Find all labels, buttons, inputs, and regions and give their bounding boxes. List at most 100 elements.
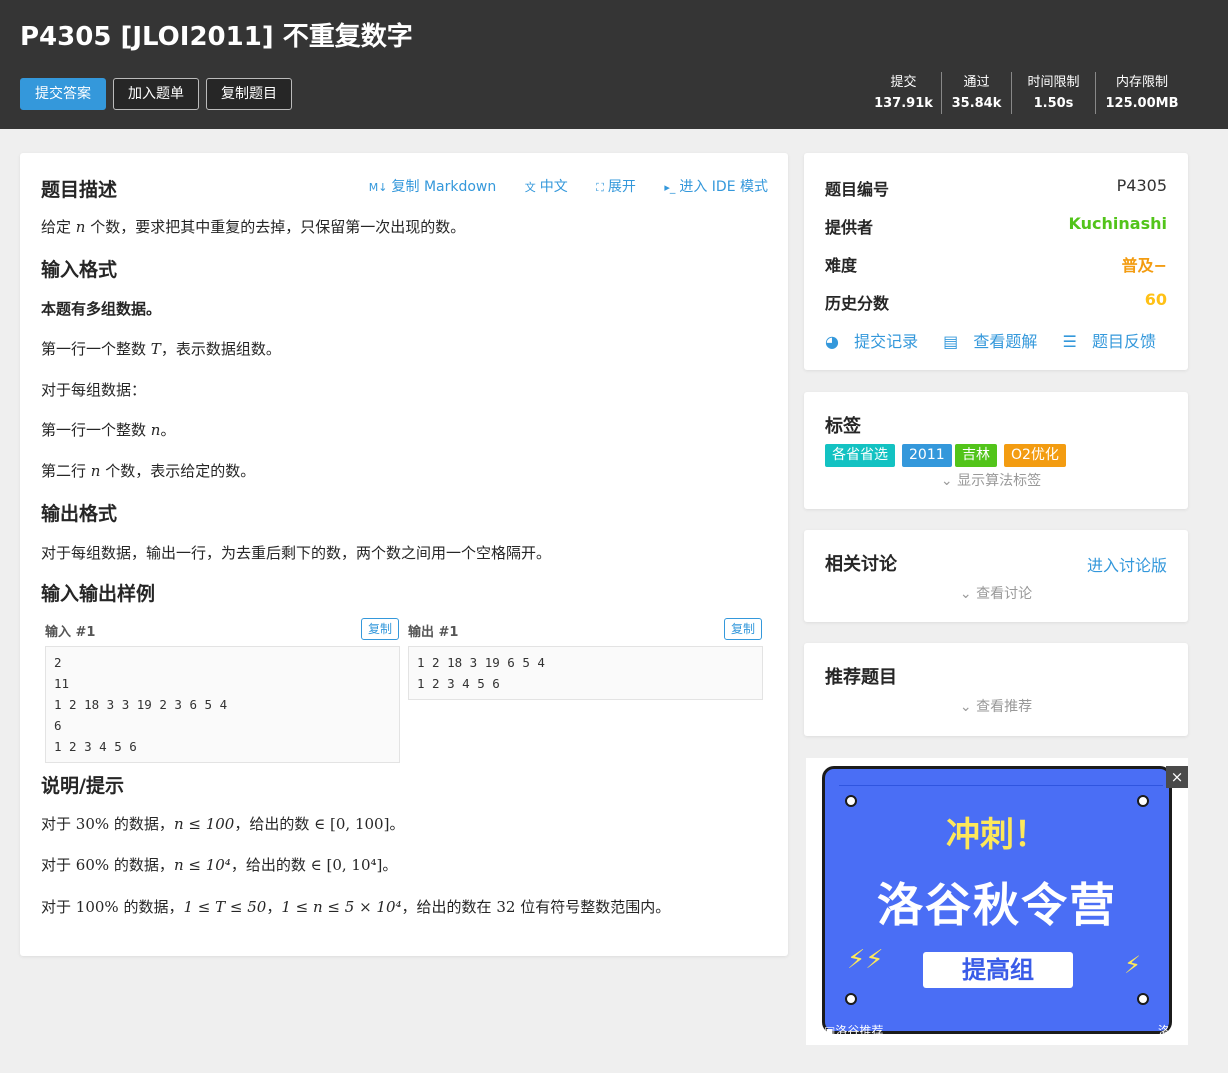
info-row-difficulty: 难度 普及− [825, 252, 1167, 275]
text: 的数据， [123, 898, 184, 916]
problem-statement-card: 题目描述 M↓ 复制 Markdown 文中文 ⛶ 展开 ▸_ 进入 IDE 模式 给… [20, 153, 788, 956]
info-row-id: 题目编号 P4305 [825, 176, 1167, 199]
math: 30% [75, 815, 110, 833]
tag-jilin[interactable]: 吉林 [955, 444, 997, 467]
stat-label: 提交 [890, 75, 917, 90]
text: 第二行 [41, 462, 87, 480]
text: ，表示数据组数。 [160, 340, 281, 358]
stat-label: 时间限制 [1027, 75, 1080, 90]
problem-id: P4305 [1116, 176, 1167, 195]
input-line-3: 第一行一个整数 n。 [41, 419, 175, 440]
lightning-icon: ⚡⚡ [847, 945, 884, 975]
info-links: ◕ 提交记录 ▤ 查看题解 ☰ 题目反馈 [825, 328, 1176, 352]
stat-value: 137.91k [874, 96, 933, 111]
submission-records-link[interactable]: ◕ 提交记录 [825, 332, 928, 351]
view-solutions-link[interactable]: ▤ 查看题解 [943, 332, 1047, 351]
tags-card: 标签 各省省选 2011 吉林 O2优化 ⌄ 显示算法标签 [804, 392, 1188, 509]
expand-label: 展开 [607, 179, 636, 195]
view-recommendations-label: 查看推荐 [976, 699, 1033, 715]
ad-decor-dot [845, 795, 857, 807]
text: 的数据， [113, 815, 174, 833]
ide-mode-link[interactable]: ▸_ 进入 IDE 模式 [652, 179, 768, 195]
ad-decor-line [839, 785, 1163, 786]
view-recommendations[interactable]: ⌄ 查看推荐 [804, 696, 1188, 716]
language-link[interactable]: 文中文 [513, 179, 568, 195]
text: 个数，要求把其中重复的去掉，只保留第一次出现的数。 [90, 218, 466, 236]
text: 位有符号整数范围内。 [520, 898, 671, 916]
close-ad-button[interactable]: × [1166, 766, 1188, 788]
lightning-icon: ⚡ [1124, 951, 1141, 979]
text: 个数，表示给定的数。 [105, 462, 256, 480]
text: ，给出的数在 [401, 898, 492, 916]
text: 第一行一个整数 [41, 340, 147, 358]
copy-sample-output-button[interactable]: 复制 [724, 618, 762, 640]
sample-output-label: 输出 #1 [408, 625, 459, 640]
text: 第一行一个整数 [41, 421, 147, 439]
math-var: n [90, 462, 101, 480]
tag-o2[interactable]: O2优化 [1004, 444, 1066, 467]
problem-title: P4305 [JLOI2011] 不重复数字 [20, 22, 413, 52]
copy-problem-button[interactable]: 复制题目 [206, 78, 292, 110]
info-row-provider: 提供者 Kuchinashi [825, 214, 1167, 237]
terminal-icon: ▸_ [664, 181, 676, 194]
ad-subtitle: 提高组 [923, 952, 1073, 988]
provider-link[interactable]: Kuchinashi [1069, 214, 1167, 233]
text: ，给出的数 [230, 856, 306, 874]
math: 32 [496, 898, 516, 916]
expand-link[interactable]: ⛶ 展开 [584, 179, 636, 195]
link-label: 查看题解 [973, 332, 1038, 351]
copy-sample-input-button[interactable]: 复制 [361, 618, 399, 640]
input-line-2: 对于每组数据： [41, 381, 147, 399]
tag-province[interactable]: 各省省选 [825, 444, 895, 467]
input-line-1: 第一行一个整数 T，表示数据组数。 [41, 338, 281, 359]
link-label: 提交记录 [854, 332, 919, 351]
text: 。 [160, 421, 176, 439]
text: 对于 [41, 815, 72, 833]
text: 对于 [41, 898, 72, 916]
input-line-4: 第二行 n 个数，表示给定的数。 [41, 460, 255, 481]
sample-input-box[interactable]: 2 11 1 2 18 3 3 19 2 3 6 5 4 6 1 2 3 4 5… [45, 646, 400, 763]
copy-markdown-link[interactable]: M↓ 复制 Markdown [357, 179, 496, 195]
math: 100% [75, 898, 119, 916]
tag-year[interactable]: 2011 [902, 444, 952, 467]
stat-value: 35.84k [951, 96, 1002, 111]
view-discussions[interactable]: ⌄ 查看讨论 [804, 583, 1188, 603]
advertisement[interactable]: 冲刺！ 洛谷秋令营 ⚡⚡ ⚡ 提高组 × ▣洛谷推荐 洛谷 [806, 758, 1188, 1045]
math: ∈ [0, 10⁴] [310, 856, 383, 874]
text: 给定 [41, 218, 72, 236]
math: 60% [75, 856, 110, 874]
chevron-down-icon: ⌄ [959, 699, 972, 715]
math-var: T [150, 340, 161, 358]
text: 。 [382, 856, 398, 874]
problem-feedback-link[interactable]: ☰ 题目反馈 [1063, 332, 1166, 351]
show-algorithm-tags-label: 显示算法标签 [957, 473, 1042, 489]
math: 1 ≤ n ≤ 5 × 10⁴ [281, 898, 402, 916]
text: 。 [389, 815, 405, 833]
problem-header: P4305 [JLOI2011] 不重复数字 提交答案 加入题单 复制题目 提交… [0, 0, 1228, 129]
markdown-icon: M↓ [368, 181, 388, 194]
heading-description: 题目描述 [41, 179, 118, 201]
sample-output-box[interactable]: 1 2 18 3 19 6 5 4 1 2 3 4 5 6 [408, 646, 763, 700]
ad-title: 洛谷秋令营 [877, 878, 1117, 932]
math: 1 ≤ T ≤ 50 [183, 898, 267, 916]
ad-banner[interactable]: 冲刺！ 洛谷秋令营 ⚡⚡ ⚡ 提高组 [822, 766, 1172, 1034]
text: ，给出的数 [234, 815, 310, 833]
hint-line-3: 对于 100% 的数据，1 ≤ T ≤ 50，1 ≤ n ≤ 5 × 10⁴，给… [41, 896, 670, 917]
info-row-score: 历史分数 60 [825, 290, 1167, 313]
stat-memory-limit: 内存限制 125.00MB [1096, 72, 1188, 114]
add-to-list-button[interactable]: 加入题单 [113, 78, 199, 110]
expand-icon: ⛶ [596, 181, 604, 194]
statement-toolbar: M↓ 复制 Markdown 文中文 ⛶ 展开 ▸_ 进入 IDE 模式 [345, 176, 768, 196]
submit-button[interactable]: 提交答案 [20, 78, 106, 110]
enter-forum-link[interactable]: 进入讨论版 [1087, 552, 1167, 576]
heading-hint: 说明/提示 [41, 775, 124, 797]
info-label: 提供者 [825, 218, 874, 237]
copy-markdown-label: 复制 Markdown [391, 179, 497, 195]
list-icon: ☰ [1062, 332, 1077, 351]
discussion-title: 相关讨论 [825, 554, 897, 575]
ide-mode-label: 进入 IDE 模式 [679, 179, 768, 195]
ad-footer-brand: 洛谷 [1157, 1024, 1182, 1038]
show-algorithm-tags[interactable]: ⌄ 显示算法标签 [799, 470, 1183, 490]
book-icon: ▤ [943, 332, 959, 351]
hint-line-2: 对于 60% 的数据，n ≤ 10⁴，给出的数 ∈ [0, 10⁴]。 [41, 854, 397, 875]
